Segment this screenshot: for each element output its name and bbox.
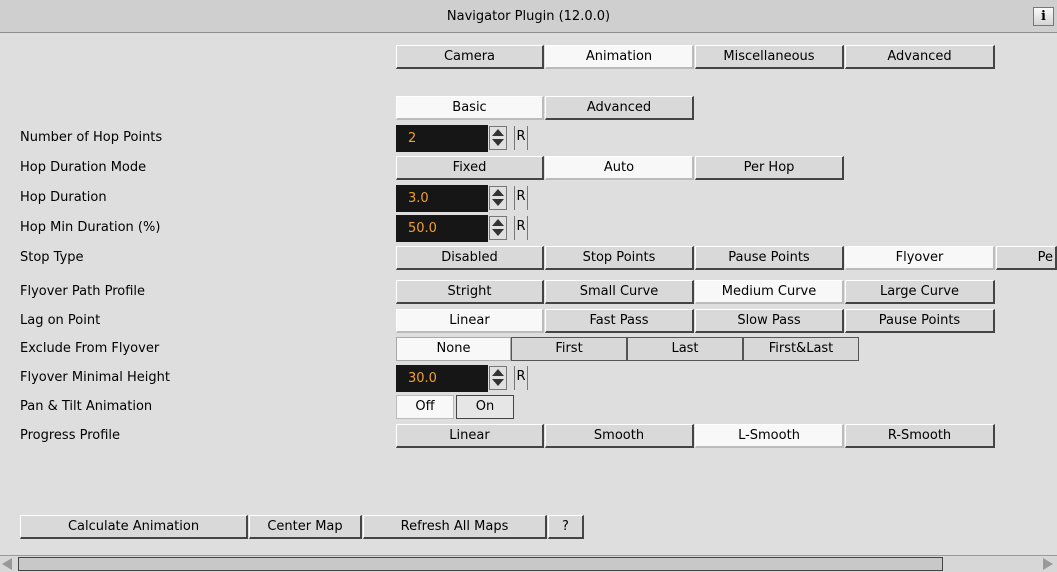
hop-duration-label: Hop Duration xyxy=(20,190,107,205)
spinner-down-icon[interactable] xyxy=(492,139,504,146)
path-stright-button[interactable]: Stright xyxy=(396,280,544,304)
refresh-all-maps-button[interactable]: Refresh All Maps xyxy=(363,515,547,539)
stop-type-flyover-button[interactable]: Flyover xyxy=(845,246,995,270)
hop-mode-auto-button[interactable]: Auto xyxy=(545,156,694,180)
flyover-minimal-height-field[interactable]: 30.0 xyxy=(396,365,488,392)
lag-pause-points-button[interactable]: Pause Points xyxy=(845,309,995,333)
exclude-from-flyover-label: Exclude From Flyover xyxy=(20,341,160,356)
progress-r-smooth-button[interactable]: R-Smooth xyxy=(845,424,995,448)
exclude-first-last-button[interactable]: First&Last xyxy=(743,337,859,361)
subtab-basic[interactable]: Basic xyxy=(396,96,544,120)
progress-smooth-button[interactable]: Smooth xyxy=(545,424,694,448)
lag-fast-pass-button[interactable]: Fast Pass xyxy=(545,309,694,333)
navigator-plugin-panel: Navigator Plugin (12.0.0) i Camera Anima… xyxy=(0,0,1057,572)
spinner-down-icon[interactable] xyxy=(492,229,504,236)
exclude-last-button[interactable]: Last xyxy=(627,337,743,361)
path-large-curve-button[interactable]: Large Curve xyxy=(845,280,995,304)
pan-tilt-on-toggle[interactable]: On xyxy=(456,395,514,419)
progress-profile-label: Progress Profile xyxy=(20,428,121,443)
stop-type-disabled-button[interactable]: Disabled xyxy=(396,246,544,270)
tab-miscellaneous[interactable]: Miscellaneous xyxy=(695,45,844,69)
pan-tilt-animation-label: Pan & Tilt Animation xyxy=(20,399,153,414)
hop-duration-mode-label: Hop Duration Mode xyxy=(20,160,147,175)
tab-animation[interactable]: Animation xyxy=(545,45,694,69)
center-map-button[interactable]: Center Map xyxy=(249,515,362,539)
hop-min-duration-field[interactable]: 50.0 xyxy=(396,215,488,242)
stop-type-label: Stop Type xyxy=(20,250,84,265)
scroll-right-arrow-icon[interactable] xyxy=(1043,558,1053,570)
flyover-path-profile-label: Flyover Path Profile xyxy=(20,284,146,299)
hop-mode-fixed-button[interactable]: Fixed xyxy=(396,156,544,180)
hop-points-field[interactable]: 2 xyxy=(396,125,488,152)
flyover-minimal-height-label: Flyover Minimal Height xyxy=(20,370,170,385)
window-title: Navigator Plugin (12.0.0) xyxy=(446,9,611,24)
tab-advanced[interactable]: Advanced xyxy=(845,45,995,69)
progress-l-smooth-button[interactable]: L-Smooth xyxy=(695,424,844,448)
calculate-animation-button[interactable]: Calculate Animation xyxy=(20,515,248,539)
hop-min-duration-spinner[interactable] xyxy=(489,216,507,240)
hop-min-duration-label: Hop Min Duration (%) xyxy=(20,220,161,235)
hop-mode-per-hop-button[interactable]: Per Hop xyxy=(695,156,844,180)
info-icon[interactable]: i xyxy=(1033,7,1054,26)
hop-min-duration-reset-button[interactable]: R xyxy=(514,216,528,240)
stop-type-pe-button[interactable]: Pe xyxy=(996,246,1057,270)
flyover-height-reset-button[interactable]: R xyxy=(514,366,528,390)
hop-points-spinner[interactable] xyxy=(489,126,507,150)
exclude-none-button[interactable]: None xyxy=(396,337,511,361)
stop-type-pause-points-button[interactable]: Pause Points xyxy=(695,246,844,270)
help-button[interactable]: ? xyxy=(548,515,584,539)
lag-on-point-label: Lag on Point xyxy=(20,313,101,328)
path-small-curve-button[interactable]: Small Curve xyxy=(545,280,694,304)
exclude-first-button[interactable]: First xyxy=(511,337,627,361)
horizontal-scrollbar[interactable] xyxy=(0,555,1057,572)
tab-camera[interactable]: Camera xyxy=(396,45,544,69)
hop-duration-reset-button[interactable]: R xyxy=(514,186,528,210)
scrollbar-thumb[interactable] xyxy=(18,557,943,571)
progress-linear-button[interactable]: Linear xyxy=(396,424,544,448)
hop-duration-spinner[interactable] xyxy=(489,186,507,210)
subtab-advanced[interactable]: Advanced xyxy=(545,96,694,120)
hop-duration-field[interactable]: 3.0 xyxy=(396,185,488,212)
hop-points-reset-button[interactable]: R xyxy=(514,126,528,150)
lag-slow-pass-button[interactable]: Slow Pass xyxy=(695,309,844,333)
scroll-left-arrow-icon[interactable] xyxy=(2,558,12,570)
spinner-up-icon[interactable] xyxy=(492,219,504,226)
flyover-height-spinner[interactable] xyxy=(489,366,507,390)
title-bar: Navigator Plugin (12.0.0) i xyxy=(0,0,1057,33)
spinner-down-icon[interactable] xyxy=(492,199,504,206)
spinner-down-icon[interactable] xyxy=(492,379,504,386)
lag-linear-button[interactable]: Linear xyxy=(396,309,544,333)
stop-type-stop-points-button[interactable]: Stop Points xyxy=(545,246,694,270)
spinner-up-icon[interactable] xyxy=(492,129,504,136)
spinner-up-icon[interactable] xyxy=(492,189,504,196)
hop-points-label: Number of Hop Points xyxy=(20,130,163,145)
pan-tilt-off-toggle[interactable]: Off xyxy=(396,395,454,419)
path-medium-curve-button[interactable]: Medium Curve xyxy=(695,280,844,304)
spinner-up-icon[interactable] xyxy=(492,369,504,376)
